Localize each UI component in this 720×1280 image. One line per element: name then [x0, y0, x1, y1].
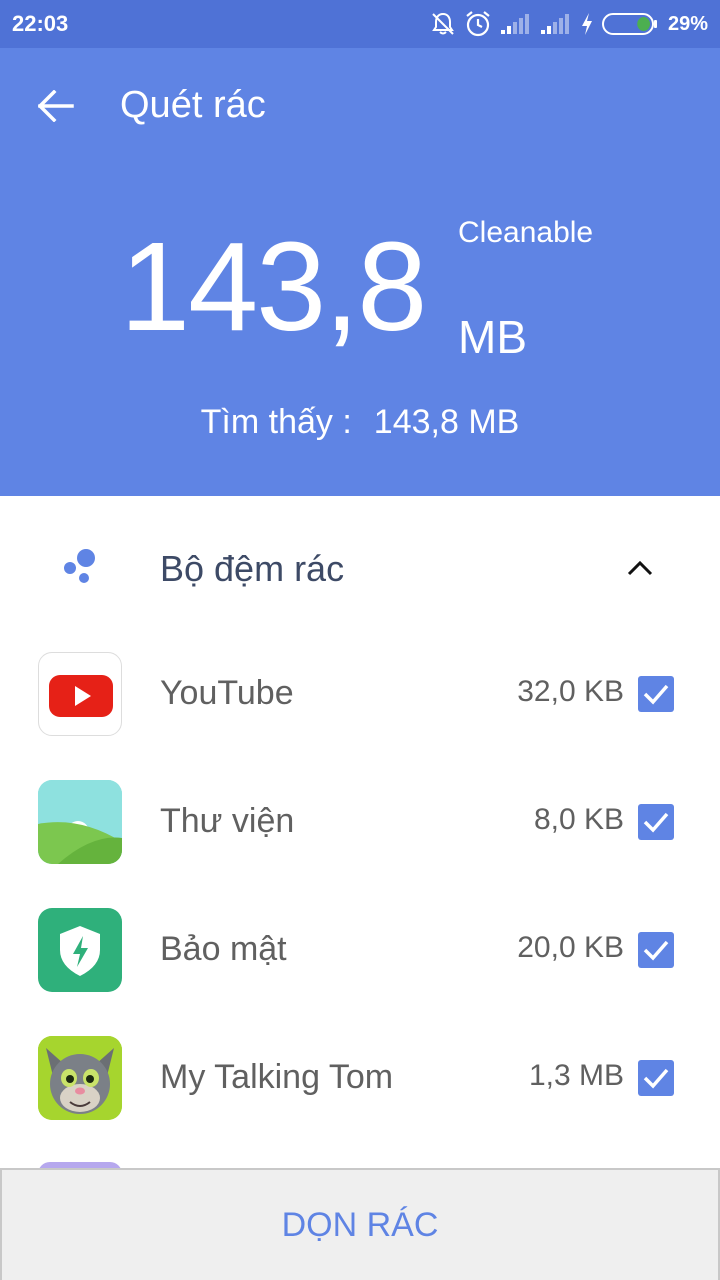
app-name: Bảo mật — [160, 930, 287, 968]
cleanable-label: Cleanable — [458, 216, 594, 249]
app-checkbox[interactable] — [638, 676, 674, 712]
page-title: Quét rác — [120, 84, 266, 126]
junk-size-value: 143,8 — [120, 216, 427, 357]
status-bar: 22:03 29% — [0, 0, 720, 48]
signal-icon — [500, 13, 532, 35]
list-item[interactable]: My Talking Tom 1,3 MB — [0, 1014, 720, 1142]
app-size: 32,0 KB — [517, 675, 624, 708]
talking-tom-icon — [38, 1036, 122, 1120]
charging-icon — [580, 12, 594, 36]
clean-junk-button[interactable]: DỌN RÁC — [2, 1170, 718, 1280]
youtube-icon — [38, 652, 122, 736]
app-size: 20,0 KB — [517, 931, 624, 964]
security-icon — [38, 908, 122, 992]
gallery-icon — [38, 780, 122, 864]
bottom-bar: DỌN RÁC — [0, 1168, 720, 1280]
app-checkbox[interactable] — [638, 1060, 674, 1096]
app-name: My Talking Tom — [160, 1058, 394, 1096]
list-item[interactable]: Thư viện 8,0 KB — [0, 758, 720, 886]
app-checkbox[interactable] — [638, 804, 674, 840]
app-size: 1,3 MB — [528, 1059, 624, 1092]
found-summary: Tìm thấy : 143,8 MB — [0, 403, 720, 442]
signal-icon — [540, 13, 572, 35]
app-name: Thư viện — [160, 802, 295, 840]
dots-icon — [60, 548, 100, 588]
status-icons: 29% — [430, 8, 708, 40]
found-label: Tìm thấy : — [200, 403, 352, 441]
list-item[interactable]: Bảo mật 20,0 KB — [0, 886, 720, 1014]
junk-cache-section-header[interactable]: Bộ đệm rác — [0, 496, 720, 636]
arrow-left-icon — [37, 89, 74, 127]
found-value: 143,8 MB — [373, 403, 520, 441]
list-item[interactable]: YouTube 32,0 KB — [0, 630, 720, 758]
app-size: 8,0 KB — [533, 803, 624, 836]
header: Quét rác 143,8 Cleanable MB Tìm thấy : 14… — [0, 48, 720, 496]
battery-icon — [601, 12, 658, 36]
junk-size-unit: MB — [458, 311, 527, 363]
section-title: Bộ đệm rác — [160, 548, 345, 589]
app-checkbox[interactable] — [638, 932, 674, 968]
chevron-up-icon[interactable] — [618, 548, 662, 588]
battery-percent: 29% — [667, 12, 708, 35]
back-button[interactable] — [30, 82, 82, 134]
status-time: 22:03 — [12, 11, 69, 36]
notifications-off-icon — [430, 11, 456, 37]
alarm-icon — [464, 10, 492, 38]
app-name: YouTube — [160, 674, 294, 712]
